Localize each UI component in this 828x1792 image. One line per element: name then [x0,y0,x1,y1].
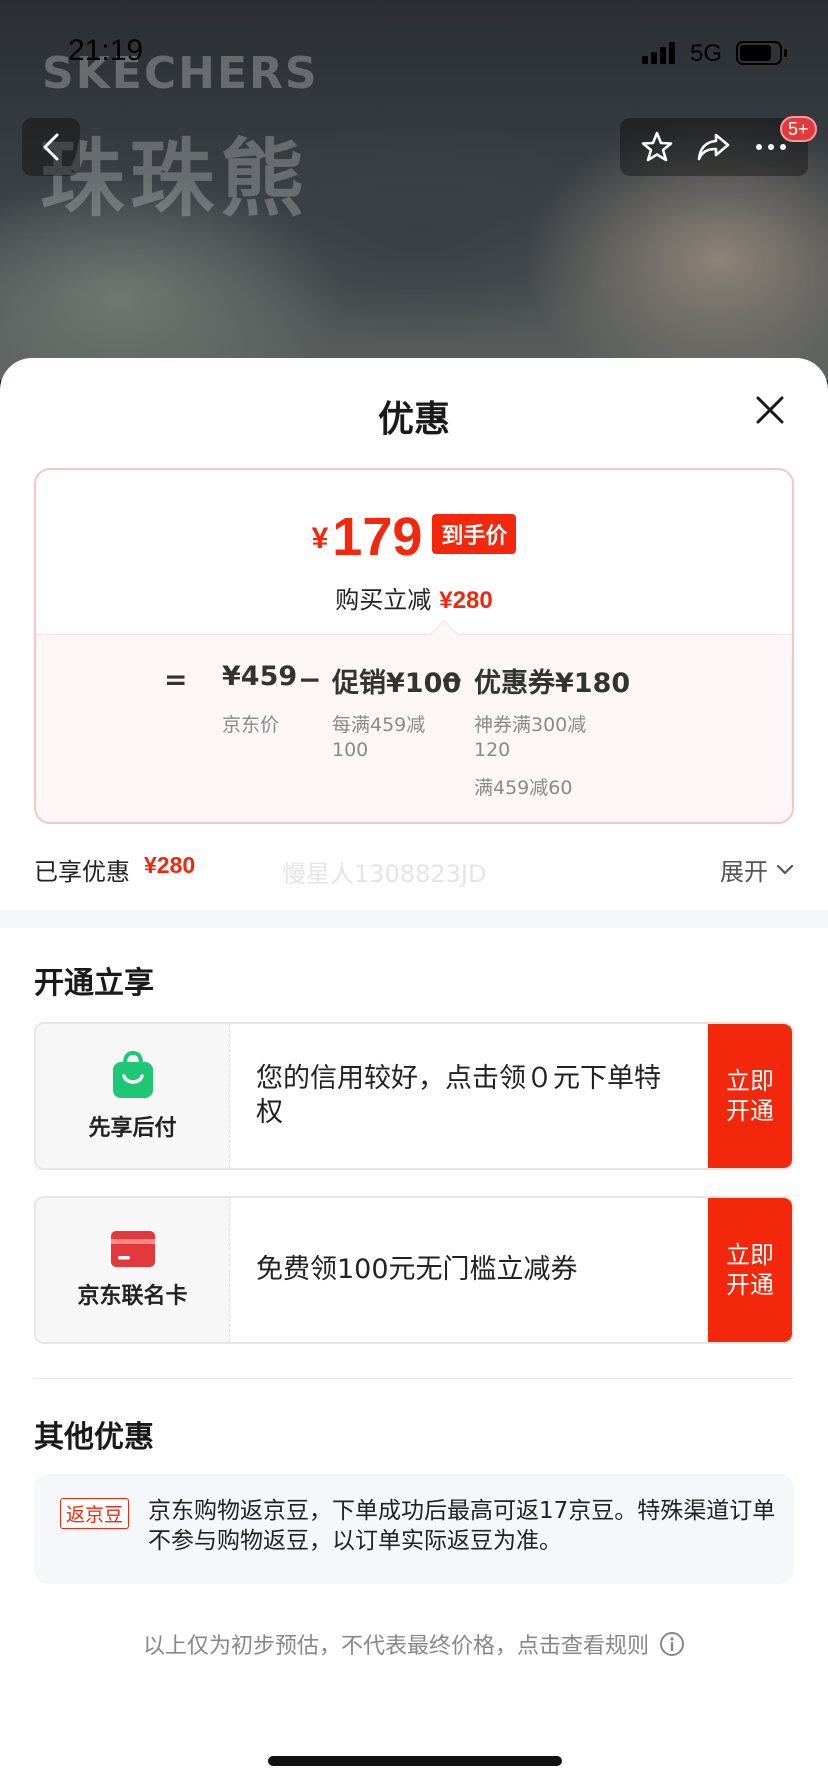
enjoyed-label: 已享优惠 [34,858,130,886]
more-dots-icon [756,144,787,150]
instant-benefits-title: 开通立享 [34,966,154,1001]
share-button[interactable] [691,124,737,170]
jingdou-tag: 返京豆 [60,1498,130,1529]
other-benefits-title: 其他优惠 [34,1420,154,1455]
final-price-card: ¥ 179 到手价 购买立减 ¥280 = ¥459 京东价 − 促销¥100 每… [34,468,794,824]
favorite-button[interactable] [634,124,680,170]
discount-summary-amount: ¥280 [439,587,493,614]
activate-button[interactable]: 立即开通 [708,1198,792,1342]
sheet-title: 优惠 [377,399,450,440]
price-breakdown: = ¥459 京东价 − 促销¥100 每满459减 100 − 优惠券¥180… [36,634,792,822]
jingdou-rebate-box: 返京豆 京东购物返京豆，下单成功后最高可返17京豆。特殊渠道订单不参与购物返豆，… [34,1474,794,1584]
expand-label: 展开 [720,858,768,886]
breakdown-coupon-caption-2: 120 [474,739,511,761]
price-value: 179 [332,507,423,567]
battery-icon [736,41,787,65]
equals-sign: = [164,663,188,696]
divider-line [34,1378,794,1379]
offer-left-panel: 京东联名卡 [36,1198,230,1342]
discount-sheet: 优惠 ¥ 179 到手价 购买立减 ¥280 = ¥459 京东价 − 促销¥10… [0,358,828,1792]
offer-description: 您的信用较好，点击领０元下单特权 [256,1063,661,1128]
info-icon [660,1632,684,1656]
share-icon [697,133,730,161]
minus-sign: − [298,663,322,696]
price-currency: ¥ [311,522,329,555]
offer-label: 先享后付 [88,1116,177,1141]
signal-icon [642,42,676,64]
chevron-down-icon [776,864,794,874]
final-price: ¥ 179 到手价 [36,510,792,564]
close-button[interactable] [748,388,792,432]
breakdown-promotion-caption-1: 每满459减 [332,714,426,736]
brand-logo-cn: 珠珠熊 [40,130,311,228]
jingdou-description: 京东购物返京豆，下单成功后最高可返17京豆。特殊渠道订单不参与购物返豆，以订单实… [148,1498,776,1554]
chevron-left-icon [43,133,59,161]
breakdown-promotion-caption-2: 100 [332,739,369,761]
breakdown-coupon-caption-1: 神券满300减 [474,714,587,736]
message-count-badge: 5+ [780,116,817,142]
final-price-header: ¥ 179 到手价 购买立减 ¥280 [36,470,792,634]
price-tag: 到手价 [432,514,517,554]
home-indicator [268,1756,562,1766]
shopping-bag-icon [112,1050,153,1098]
offer-card-pay-later[interactable]: 先享后付 您的信用较好，点击领０元下单特权 立即开通 [34,1022,794,1170]
offer-card-cobrand-card[interactable]: 京东联名卡 免费领100元无门槛立减券 立即开通 [34,1196,794,1344]
offer-label: 京东联名卡 [77,1284,188,1309]
rules-note-text: 以上仅为初步预估，不代表最终价格，点击查看规则 [142,1634,649,1659]
user-watermark: 慢星人1308823JD [282,860,487,888]
offer-left-panel: 先享后付 [36,1024,230,1168]
status-time: 21:19 [68,34,144,67]
rules-link[interactable]: 以上仅为初步预估，不代表最终价格，点击查看规则 [0,1628,828,1660]
close-icon [756,396,784,424]
discount-summary-label: 购买立减 [335,586,432,614]
breakdown-coupon-extra: 满459减60 [474,777,573,799]
status-bar: 21:19 5G [0,0,828,100]
network-label: 5G [690,40,723,67]
offer-description: 免费领100元无门槛立减券 [256,1254,578,1285]
breakdown-coupon: 优惠券¥180 [474,668,631,699]
star-icon [641,131,672,162]
expand-button[interactable]: 展开 [720,852,794,887]
credit-card-icon [110,1231,155,1267]
back-button[interactable] [22,118,80,176]
breakdown-list-price: ¥459 [222,661,298,692]
battery-level [740,45,771,61]
minus-sign: − [440,663,464,696]
activate-button[interactable]: 立即开通 [708,1024,792,1168]
breakdown-list-price-caption: 京东价 [222,714,280,736]
enjoyed-amount: ¥280 [144,852,196,878]
enjoyed-discount-row: 已享优惠 ¥280 慢星人1308823JD 展开 [34,848,794,888]
section-divider [0,910,828,928]
price-discount-summary: 购买立减 ¥280 [36,580,792,615]
